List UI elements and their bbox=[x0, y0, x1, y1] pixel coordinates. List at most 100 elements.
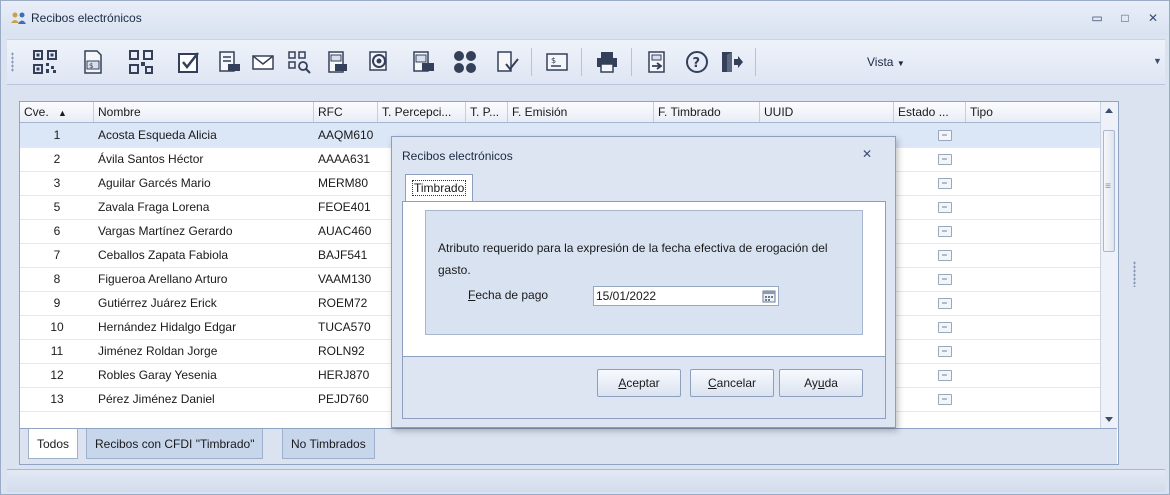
tab-no-timbrados[interactable]: No Timbrados bbox=[282, 429, 375, 459]
toolbar-overflow-icon[interactable]: ▼ bbox=[1153, 56, 1163, 66]
cell-nombre: Vargas Martínez Gerardo bbox=[98, 224, 233, 238]
cell-cve: 7 bbox=[53, 248, 61, 262]
vista-menu[interactable]: Vista ▼ bbox=[867, 55, 905, 69]
doc-money-2-icon[interactable] bbox=[407, 46, 439, 78]
export-doc-icon[interactable] bbox=[641, 46, 673, 78]
invoice-money-icon[interactable]: $ bbox=[77, 46, 109, 78]
cell-cve: 13 bbox=[50, 392, 64, 406]
doc-check-icon[interactable] bbox=[491, 46, 523, 78]
doc-money-icon[interactable] bbox=[321, 46, 353, 78]
cell-rfc: ROEM72 bbox=[318, 296, 368, 310]
close-button[interactable]: ✕ bbox=[1142, 9, 1164, 27]
svg-text:$: $ bbox=[551, 56, 556, 65]
cell-nombre: Hernández Hidalgo Edgar bbox=[98, 320, 237, 334]
toolbar: $ $ ? Vista ▼ ▼ bbox=[7, 39, 1165, 85]
search-qr-icon[interactable] bbox=[283, 46, 315, 78]
cell-cve: 12 bbox=[50, 368, 64, 382]
mail-icon[interactable] bbox=[247, 46, 279, 78]
dialog-message: Atributo requerido para la expresión de … bbox=[438, 241, 828, 277]
panel-splitter[interactable] bbox=[1133, 261, 1136, 287]
col-cve[interactable]: Cve. ▲ bbox=[20, 102, 94, 122]
vertical-scrollbar[interactable] bbox=[1100, 102, 1118, 428]
cell-nombre: Aguilar Garcés Mario bbox=[98, 176, 211, 190]
chevron-down-icon: ▼ bbox=[896, 59, 905, 68]
maximize-button[interactable]: □ bbox=[1114, 9, 1136, 27]
receipt-status-icon bbox=[938, 274, 952, 285]
cell-cve: 10 bbox=[50, 320, 64, 334]
col-t-percepcion[interactable]: T. Percepci... bbox=[378, 102, 466, 122]
exit-icon[interactable] bbox=[715, 46, 747, 78]
users-money-icon bbox=[11, 12, 26, 24]
toolbar-separator bbox=[581, 48, 582, 76]
dialog-title: Recibos electrónicos bbox=[402, 149, 513, 163]
col-estado[interactable]: Estado ... bbox=[894, 102, 966, 122]
svg-text:?: ? bbox=[693, 56, 701, 71]
tab-timbrados[interactable]: Recibos con CFDI "Timbrado" bbox=[86, 429, 264, 459]
col-f-emision[interactable]: F. Emisión bbox=[508, 102, 654, 122]
col-nombre[interactable]: Nombre bbox=[94, 102, 314, 122]
svg-text:$: $ bbox=[89, 62, 93, 70]
receipt-status-icon bbox=[938, 346, 952, 357]
status-bar bbox=[7, 469, 1165, 492]
checkbox-icon[interactable] bbox=[173, 46, 205, 78]
calendar-icon[interactable] bbox=[762, 289, 776, 303]
cell-nombre: Acosta Esqueda Alicia bbox=[98, 128, 217, 142]
help-icon[interactable]: ? bbox=[681, 46, 713, 78]
stamp-dialog: Recibos electrónicos ✕ Timbrado Atributo… bbox=[391, 136, 896, 428]
vista-label: Vista bbox=[867, 55, 894, 69]
dialog-body: Atributo requerido para la expresión de … bbox=[402, 201, 886, 358]
fecha-pago-input[interactable]: 15/01/2022 bbox=[593, 286, 779, 306]
qr-code-2-icon[interactable] bbox=[125, 46, 157, 78]
cell-rfc: TUCA570 bbox=[318, 320, 371, 334]
accept-button[interactable]: Aceptar bbox=[597, 369, 681, 397]
toolbar-separator bbox=[755, 48, 756, 76]
minimize-button[interactable]: ▭ bbox=[1086, 9, 1108, 27]
stamp-icon[interactable] bbox=[363, 46, 395, 78]
cell-rfc: AAQM610 bbox=[318, 128, 374, 142]
receipt-status-icon bbox=[938, 154, 952, 165]
group-icon[interactable] bbox=[449, 46, 481, 78]
cell-cve: 8 bbox=[53, 272, 61, 286]
col-rfc[interactable]: RFC bbox=[314, 102, 378, 122]
cell-cve: 3 bbox=[53, 176, 61, 190]
dialog-close-icon[interactable]: ✕ bbox=[862, 147, 872, 161]
col-f-timbrado[interactable]: F. Timbrado bbox=[654, 102, 760, 122]
cell-cve: 9 bbox=[53, 296, 61, 310]
toolbar-separator bbox=[531, 48, 532, 76]
tab-timbrado[interactable]: Timbrado bbox=[405, 174, 474, 202]
toolbar-separator bbox=[631, 48, 632, 76]
receipt-status-icon bbox=[938, 322, 952, 333]
help-button[interactable]: Ayuda bbox=[779, 369, 863, 397]
grid-header: Cve. ▲ Nombre RFC T. Percepci... T. P...… bbox=[20, 102, 1100, 123]
cell-cve: 6 bbox=[53, 224, 61, 238]
toolbar-grip[interactable] bbox=[11, 52, 14, 72]
col-uuid[interactable]: UUID bbox=[760, 102, 894, 122]
scroll-up-icon[interactable] bbox=[1105, 108, 1113, 113]
cell-nombre: Robles Garay Yesenia bbox=[98, 368, 217, 382]
scroll-thumb[interactable] bbox=[1103, 130, 1115, 252]
cell-rfc: FEOE401 bbox=[318, 200, 371, 214]
receipt-status-icon bbox=[938, 298, 952, 309]
cell-nombre: Pérez Jiménez Daniel bbox=[98, 392, 215, 406]
cell-cve: 2 bbox=[53, 152, 61, 166]
receipt-status-icon bbox=[938, 178, 952, 189]
view-tabs: Todos Recibos con CFDI "Timbrado" No Tim… bbox=[20, 428, 1117, 464]
cell-nombre: Ceballos Zapata Fabiola bbox=[98, 248, 229, 262]
cell-rfc: HERJ870 bbox=[318, 368, 370, 382]
printer-doc-icon[interactable] bbox=[213, 46, 245, 78]
cancel-button[interactable]: Cancelar bbox=[690, 369, 774, 397]
dialog-buttons: Aceptar Cancelar Ayuda bbox=[402, 356, 886, 419]
cell-cve: 5 bbox=[53, 200, 61, 214]
receipt-status-icon bbox=[938, 130, 952, 141]
money-card-icon[interactable]: $ bbox=[541, 46, 573, 78]
receipt-status-icon bbox=[938, 394, 952, 405]
col-tipo[interactable]: Tipo bbox=[966, 102, 1100, 122]
receipt-status-icon bbox=[938, 370, 952, 381]
scroll-down-icon[interactable] bbox=[1105, 417, 1113, 422]
qr-code-icon[interactable] bbox=[29, 46, 61, 78]
cell-rfc: MERM80 bbox=[318, 176, 369, 190]
col-t-p[interactable]: T. P... bbox=[466, 102, 508, 122]
tab-todos[interactable]: Todos bbox=[28, 429, 79, 459]
printer-icon[interactable] bbox=[591, 46, 623, 78]
cell-rfc: BAJF541 bbox=[318, 248, 368, 262]
